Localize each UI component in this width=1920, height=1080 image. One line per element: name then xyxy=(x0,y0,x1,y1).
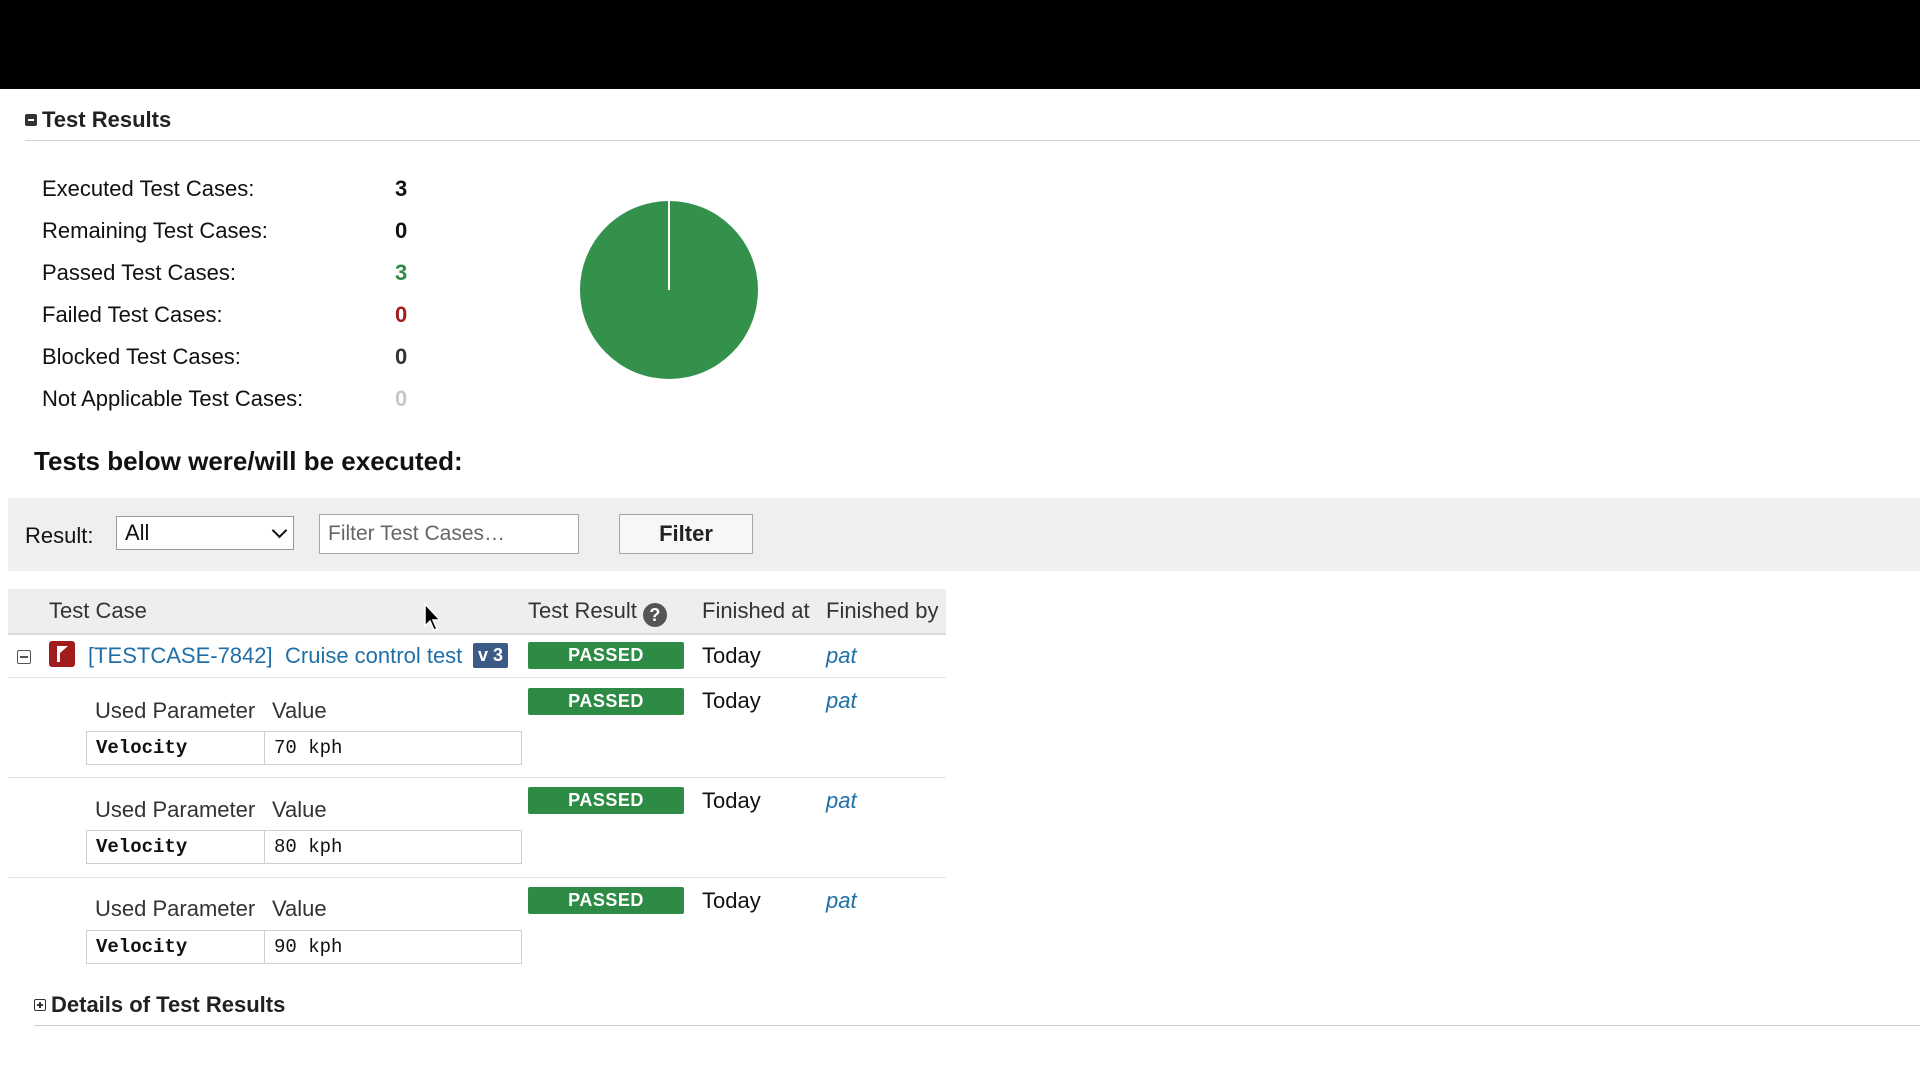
stat-label-blocked: Blocked Test Cases: xyxy=(42,344,241,369)
version-badge: v 3 xyxy=(473,643,508,668)
used-parameter-header: Used Parameter xyxy=(95,896,256,921)
stat-value-passed: 3 xyxy=(395,260,408,285)
finished-at-value: Today xyxy=(702,888,761,913)
section-divider xyxy=(25,140,1920,141)
finished-by-link[interactable]: pat xyxy=(826,643,857,669)
finished-at-value: Today xyxy=(702,788,761,813)
stat-value-blocked: 0 xyxy=(395,344,408,369)
parameter-value: 90 kph xyxy=(274,936,343,958)
parameter-name: Velocity xyxy=(87,732,265,764)
result-select-value: All xyxy=(125,520,150,545)
status-badge: PASSED xyxy=(528,642,684,669)
finished-at-value: Today xyxy=(702,643,761,668)
column-test-case[interactable]: Test Case xyxy=(49,598,147,624)
stat-value-remaining: 0 xyxy=(395,218,408,243)
row-collapse-icon[interactable] xyxy=(17,650,31,664)
test-results-header[interactable]: Test Results xyxy=(25,107,171,133)
mouse-cursor-icon xyxy=(424,602,442,631)
parameter-table: Velocity 80 kph xyxy=(86,830,522,864)
finished-by-link[interactable]: pat xyxy=(826,788,857,814)
row-divider xyxy=(8,677,946,678)
status-badge: PASSED xyxy=(528,688,684,715)
value-header: Value xyxy=(272,896,327,921)
details-header[interactable]: Details of Test Results xyxy=(34,992,285,1018)
column-finished-by[interactable]: Finished by xyxy=(826,598,939,624)
parameter-table: Velocity 90 kph xyxy=(86,930,522,964)
used-parameter-header: Used Parameter xyxy=(95,797,256,822)
value-header: Value xyxy=(272,797,327,822)
finished-by-link[interactable]: pat xyxy=(826,688,857,714)
test-case-flag-icon xyxy=(49,641,75,667)
top-bar xyxy=(0,0,1920,89)
details-title: Details of Test Results xyxy=(51,992,286,1017)
parameter-value: 70 kph xyxy=(274,737,343,759)
stat-label-passed: Passed Test Cases: xyxy=(42,260,237,285)
used-parameter-header: Used Parameter xyxy=(95,698,256,723)
finished-by-link[interactable]: pat xyxy=(826,888,857,914)
status-badge: PASSED xyxy=(528,887,684,914)
filter-bar xyxy=(8,498,1920,571)
test-results-title: Test Results xyxy=(42,107,172,132)
stat-label-executed: Executed Test Cases: xyxy=(42,176,255,201)
parameter-name: Velocity xyxy=(87,831,265,863)
parameter-name: Velocity xyxy=(87,931,265,963)
stat-value-executed: 3 xyxy=(395,176,408,201)
result-select[interactable]: All xyxy=(116,516,294,550)
help-icon[interactable]: ? xyxy=(642,603,667,627)
status-badge: PASSED xyxy=(528,787,684,814)
stat-label-failed: Failed Test Cases: xyxy=(42,302,223,327)
expand-icon[interactable] xyxy=(34,999,46,1011)
stat-label-remaining: Remaining Test Cases: xyxy=(42,218,268,243)
finished-at-value: Today xyxy=(702,688,761,713)
result-filter-label: Result: xyxy=(25,523,94,548)
collapse-icon[interactable] xyxy=(25,114,37,126)
filter-test-cases-input[interactable] xyxy=(319,514,579,554)
parameter-value: 80 kph xyxy=(274,836,343,858)
test-case-id-link[interactable]: [TESTCASE-7842] xyxy=(88,643,273,669)
chevron-down-icon xyxy=(271,522,288,539)
tests-heading: Tests below were/will be executed: xyxy=(34,446,463,476)
row-divider xyxy=(8,877,946,878)
column-test-result-label: Test Result xyxy=(528,598,637,623)
stat-label-not-applicable: Not Applicable Test Cases: xyxy=(42,386,304,411)
test-case-name-link[interactable]: Cruise control test xyxy=(285,643,462,669)
results-pie-chart xyxy=(580,201,758,379)
stat-value-failed: 0 xyxy=(395,302,408,327)
row-divider xyxy=(8,777,946,778)
stat-value-not-applicable: 0 xyxy=(395,386,408,411)
filter-button[interactable]: Filter xyxy=(619,514,753,554)
value-header: Value xyxy=(272,698,327,723)
section-divider xyxy=(34,1025,1920,1026)
column-test-result[interactable]: Test Result? xyxy=(528,598,667,627)
column-finished-at[interactable]: Finished at xyxy=(702,598,810,624)
parameter-table: Velocity 70 kph xyxy=(86,731,522,765)
